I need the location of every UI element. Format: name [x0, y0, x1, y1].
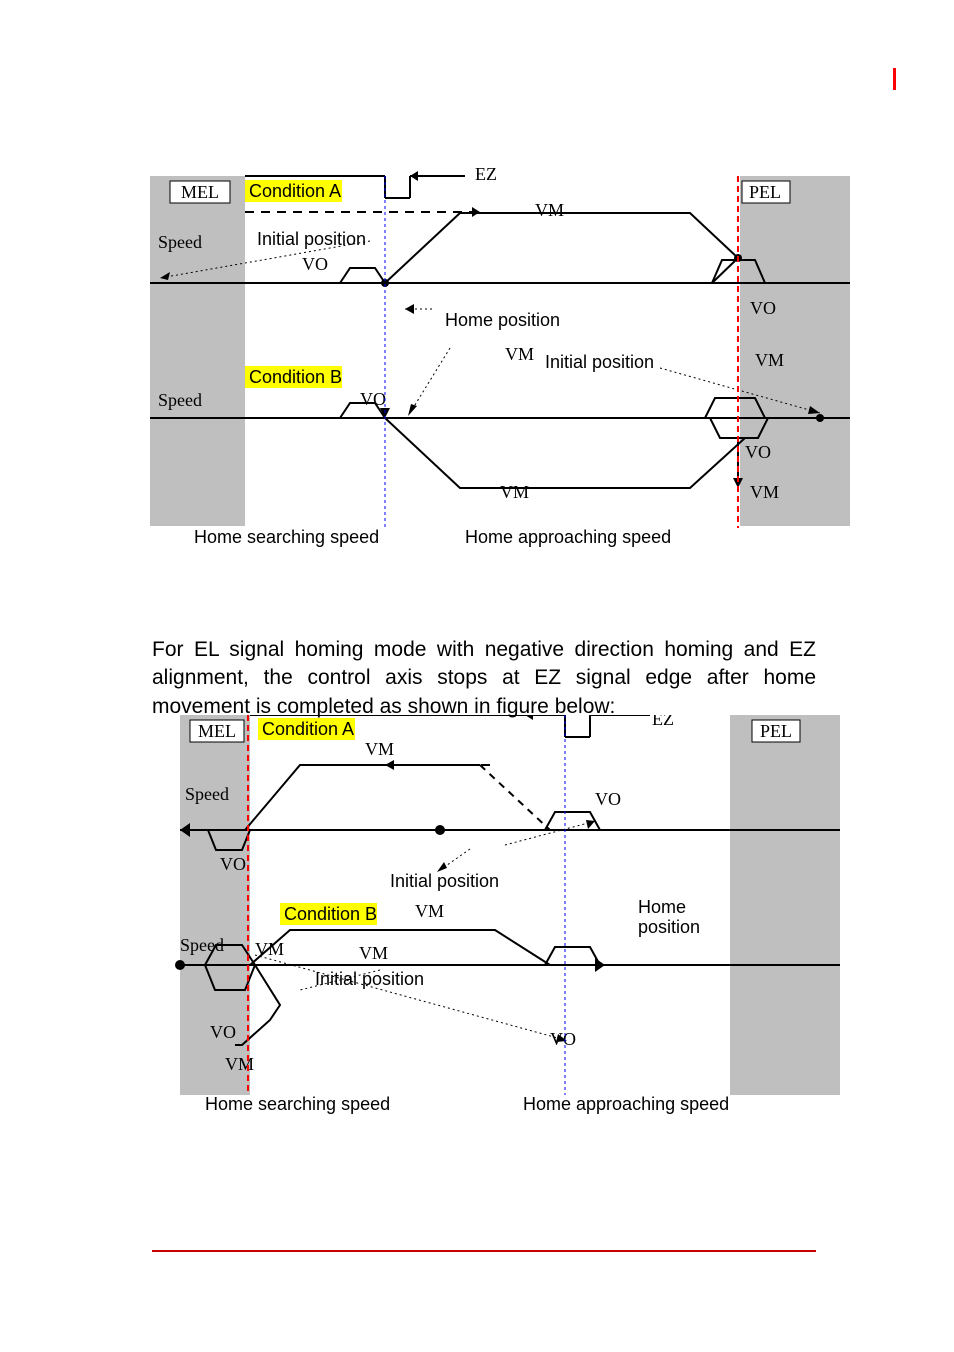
vo-r1: VO	[750, 298, 776, 318]
cond-b-2: Condition B	[284, 904, 377, 924]
pel-2: PEL	[760, 721, 792, 741]
vm-2d: VM	[359, 943, 388, 963]
speed-2a: Speed	[185, 784, 229, 804]
pel-label: PEL	[749, 182, 781, 202]
vm-2b: VM	[415, 901, 444, 921]
home-2a: Home position	[638, 897, 700, 937]
vm-mid: VM	[505, 344, 534, 364]
vo-b: VO	[360, 389, 386, 409]
vm-r: VM	[755, 350, 784, 370]
vo-r2: VO	[745, 442, 771, 462]
vm-r2: VM	[750, 482, 779, 502]
ez-2: EZ	[652, 715, 674, 729]
search-label: Home searching speed	[194, 527, 379, 547]
init-2: Initial position	[545, 352, 654, 372]
diagram-1: MEL PEL EZ Condition A VM Speed Initial …	[150, 158, 850, 558]
vm-2a: VM	[365, 739, 394, 759]
vo-2l: VO	[220, 854, 246, 874]
mel-2: MEL	[198, 721, 236, 741]
init-2a: Initial position	[390, 871, 499, 891]
init-2b: Initial position	[315, 969, 424, 989]
home-pos: Home position	[445, 310, 560, 330]
vo-2b: VO	[210, 1022, 236, 1042]
ez-label: EZ	[475, 164, 497, 184]
vo-1: VO	[302, 254, 328, 274]
mel-label: MEL	[181, 182, 219, 202]
body-paragraph: For EL signal homing mode with negative …	[152, 636, 816, 721]
speed-label: Speed	[158, 232, 202, 252]
search-2: Home searching speed	[205, 1094, 390, 1114]
cond-b: Condition B	[249, 367, 342, 387]
cursor-indicator	[893, 68, 896, 90]
approach-label: Home approaching speed	[465, 527, 671, 547]
cond-a-2: Condition A	[262, 719, 354, 739]
vo-2r: VO	[595, 789, 621, 809]
approach-2: Home approaching speed	[523, 1094, 729, 1114]
vm-2e: VM	[225, 1054, 254, 1074]
diagram-2: MEL PEL EZ Condition A VM Speed VO VO In…	[150, 715, 850, 1115]
vm-bot: VM	[500, 482, 529, 502]
cond-a: Condition A	[249, 181, 341, 201]
speed-2: Speed	[158, 390, 202, 410]
page-bottom-rule	[152, 1250, 816, 1252]
init-1: Initial position	[257, 229, 366, 249]
vm-label: VM	[535, 200, 564, 220]
